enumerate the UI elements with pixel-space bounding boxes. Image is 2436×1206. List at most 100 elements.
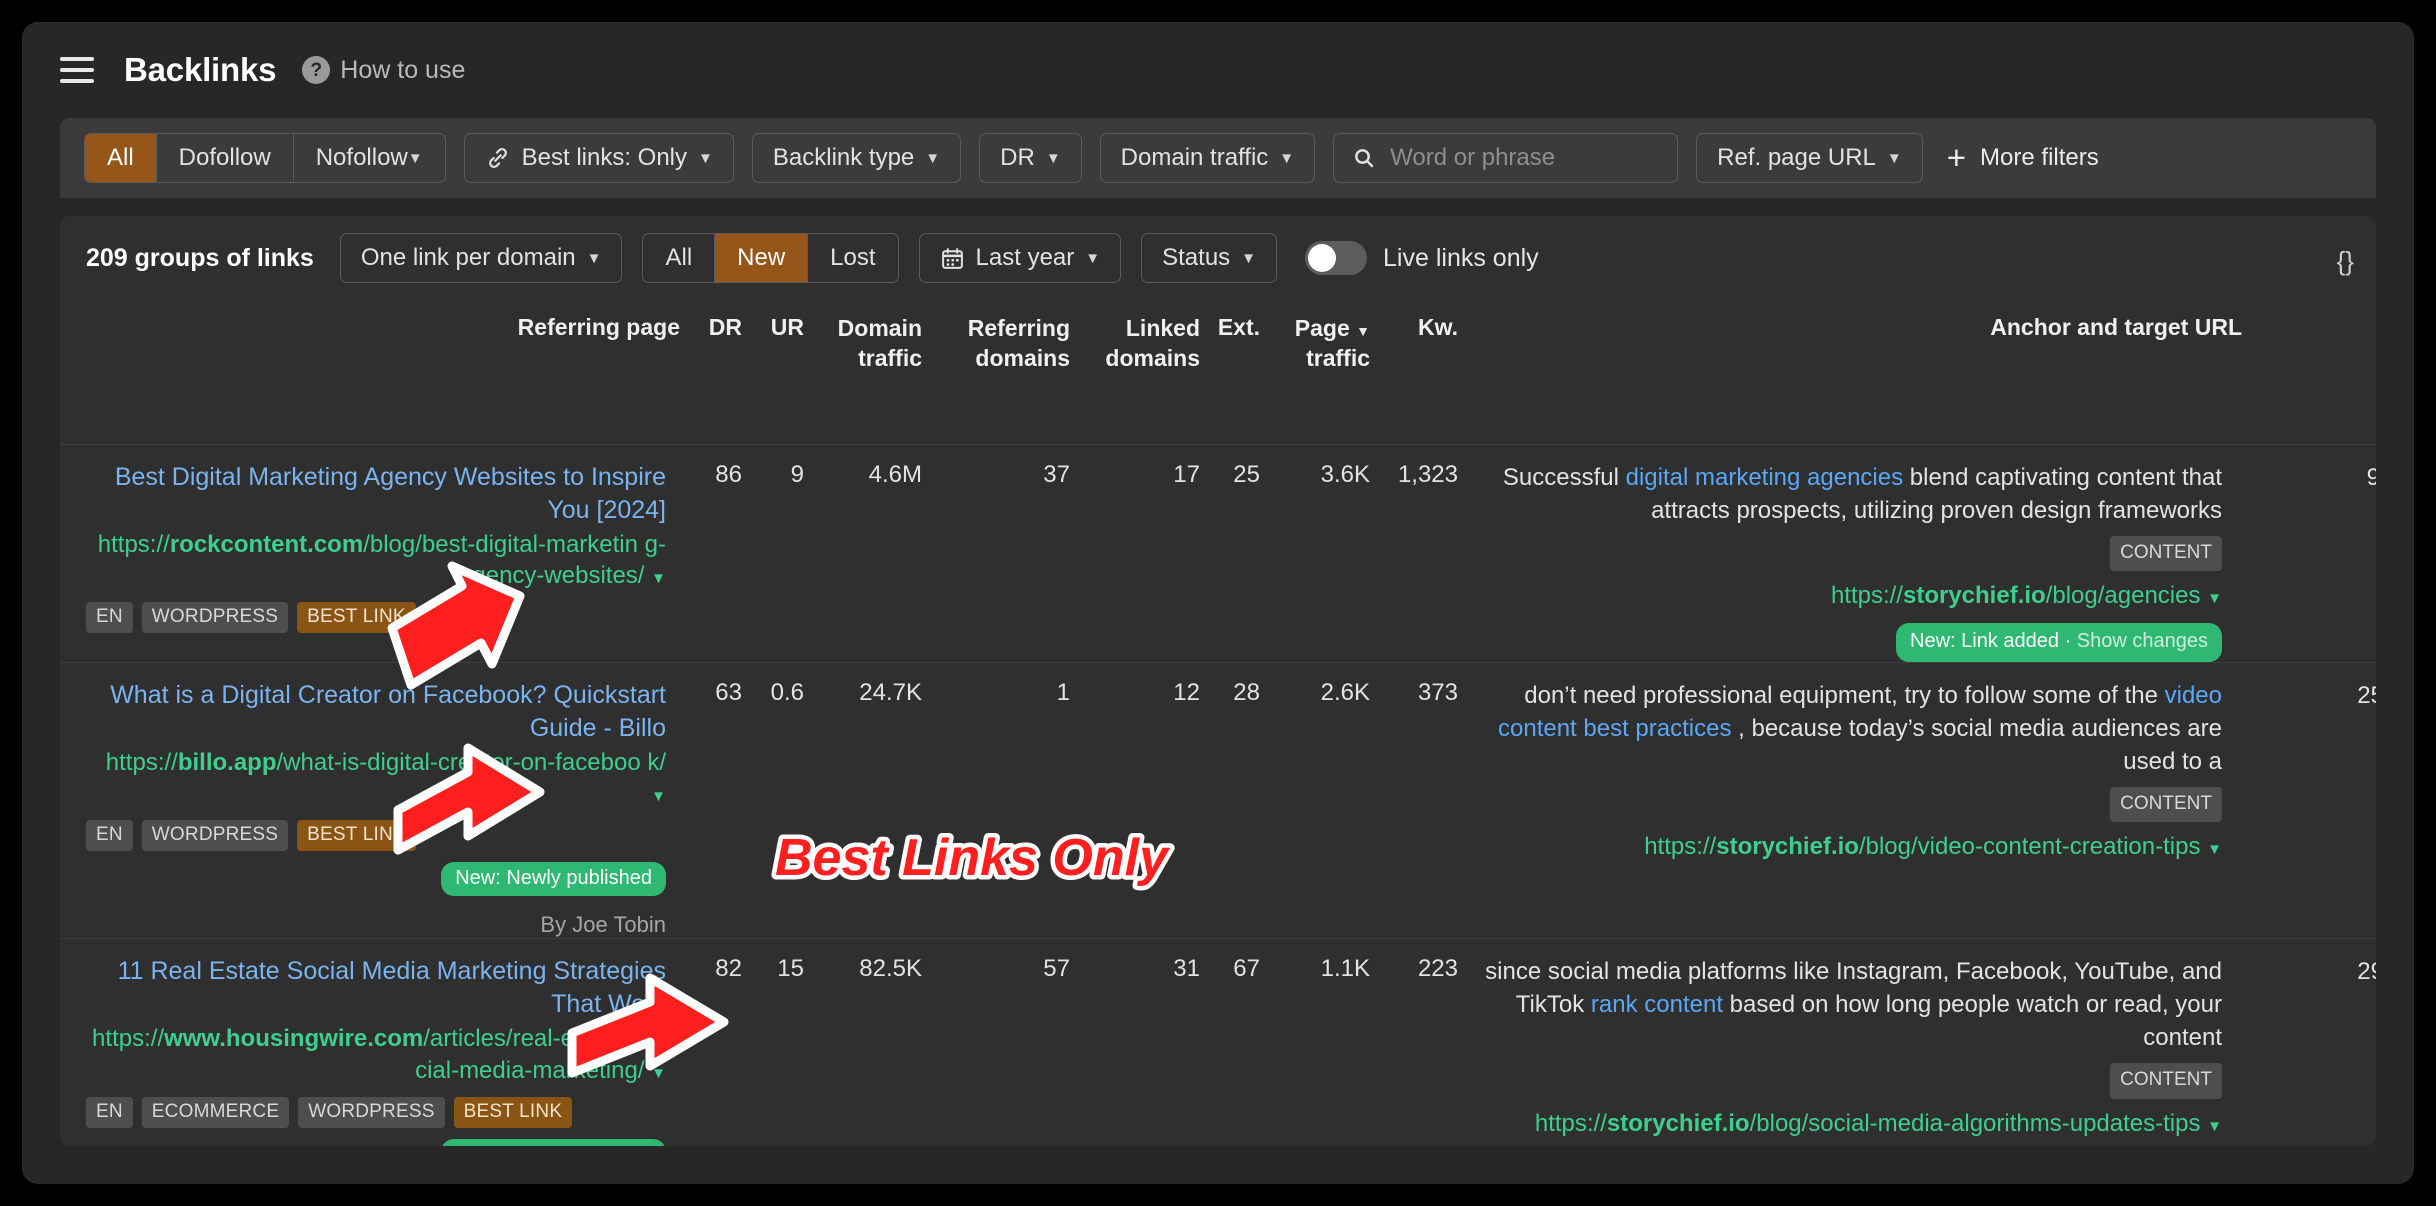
app-header: Backlinks ? How to use xyxy=(22,22,2414,118)
live-links-toggle[interactable] xyxy=(1305,241,1368,275)
table-row[interactable]: What is a Digital Creator on Facebook? Q… xyxy=(60,661,2376,939)
status-segment: All New Lost xyxy=(642,233,899,283)
header-linked-domains[interactable]: Linked domains xyxy=(1070,300,1200,444)
date-range-label: Last year xyxy=(975,244,1075,271)
backlink-type-label: Backlink type xyxy=(772,144,915,171)
page-title: Backlinks xyxy=(124,51,277,88)
status-dropdown[interactable]: Status ▼ xyxy=(1141,233,1278,283)
header-dr[interactable]: DR xyxy=(680,300,742,444)
status-label: Status xyxy=(1162,244,1231,271)
referring-page-url[interactable]: https://billo.app/what-is-digital-creato… xyxy=(86,747,666,810)
target-url[interactable]: https://storychief.io/blog/video-content… xyxy=(1480,830,2222,863)
cell-referring-domains[interactable]: 57 xyxy=(922,938,1070,1146)
header-ur[interactable]: UR xyxy=(742,300,804,444)
chevron-down-icon: ▼ xyxy=(586,249,602,267)
cell-kw[interactable]: 373 xyxy=(1370,661,1458,939)
filter-dofollow[interactable]: Dofollow xyxy=(157,134,294,182)
tag-platform: WORDPRESS xyxy=(141,602,289,634)
header-kw[interactable]: Kw. xyxy=(1370,300,1458,444)
cell-ext[interactable]: 67 xyxy=(1200,938,1260,1146)
live-links-toggle-wrap: Live links only xyxy=(1305,241,1539,275)
backlink-type-filter[interactable]: Backlink type ▼ xyxy=(751,133,962,183)
target-url[interactable]: https://storychief.io/blog/agencies ▼ xyxy=(1480,579,2222,612)
cell-ext[interactable]: 28 xyxy=(1200,661,1260,939)
header-referring-page[interactable]: Referring page xyxy=(60,300,680,444)
anchor-link[interactable]: digital marketing agencies xyxy=(1626,464,1904,491)
header-seen-dates[interactable]: First seen Last seen Lost xyxy=(2242,300,2376,444)
tag-language: EN xyxy=(86,820,133,852)
app-window: Backlinks ? How to use All Dofollow Nofo… xyxy=(22,22,2414,1184)
referring-page-title[interactable]: 11 Real Estate Social Media Marketing St… xyxy=(86,955,666,1021)
header-referring-domains[interactable]: Referring domains xyxy=(922,300,1070,444)
date-range-dropdown[interactable]: Last year ▼ xyxy=(918,233,1122,283)
chevron-down-icon[interactable]: ▼ xyxy=(2207,841,2222,858)
anchor-link[interactable]: rank content xyxy=(1591,991,1723,1018)
grouping-dropdown[interactable]: One link per domain ▼ xyxy=(339,233,623,283)
chevron-down-icon: ▼ xyxy=(1085,249,1101,267)
search-input-wrap[interactable]: Word or phrase xyxy=(1333,133,1679,183)
more-filters-label: More filters xyxy=(1980,144,2099,171)
dr-label: DR xyxy=(1000,144,1035,171)
cell-kw[interactable]: 1,323 xyxy=(1370,443,1458,663)
show-changes-link[interactable]: Show changes xyxy=(2077,630,2208,652)
anchor-text-pre: don’t need professional equipment, try t… xyxy=(1524,681,2165,709)
status-new[interactable]: New xyxy=(715,234,809,282)
hamburger-icon[interactable] xyxy=(60,57,94,83)
cell-linked-domains[interactable]: 31 xyxy=(1070,938,1200,1146)
referring-page-url[interactable]: https://www.housingwire.com/articles/rea… xyxy=(86,1023,666,1086)
chevron-down-icon[interactable]: ▼ xyxy=(651,788,666,805)
best-links-filter[interactable]: Best links: Only ▼ xyxy=(463,133,734,183)
status-lost[interactable]: Lost xyxy=(808,234,897,282)
filter-nofollow[interactable]: Nofollow ▼ xyxy=(294,134,445,182)
table-row[interactable]: 11 Real Estate Social Media Marketing St… xyxy=(60,938,2376,1146)
table-header-row: Referring page DR UR Domain traffic Refe… xyxy=(60,300,2376,444)
cell-linked-domains[interactable]: 17 xyxy=(1070,443,1200,663)
cell-dr: 86 xyxy=(680,443,742,663)
chevron-down-icon[interactable]: ▼ xyxy=(651,570,666,587)
chevron-down-icon[interactable]: ▼ xyxy=(651,1065,666,1082)
referring-page-url[interactable]: https://rockcontent.com/blog/best-digita… xyxy=(86,529,666,592)
cell-referring-domains[interactable]: 1 xyxy=(922,661,1070,939)
best-links-label: Best links: Only xyxy=(521,144,688,171)
chevron-down-icon[interactable]: ▼ xyxy=(2207,590,2222,607)
cell-linked-domains[interactable]: 12 xyxy=(1070,661,1200,939)
domain-traffic-filter[interactable]: Domain traffic ▼ xyxy=(1099,133,1316,183)
dr-filter[interactable]: DR ▼ xyxy=(979,133,1082,183)
how-to-use-label: How to use xyxy=(340,55,466,84)
cell-ur: 9 xyxy=(742,443,804,663)
cell-page-traffic: 2.6K xyxy=(1260,661,1370,939)
change-pill[interactable]: New: Link added · Show changes xyxy=(1896,623,2222,662)
tag-platform: WORDPRESS xyxy=(298,1096,445,1128)
status-all[interactable]: All xyxy=(643,234,716,282)
header-anchor-target-url[interactable]: Anchor and target URL xyxy=(1458,300,2242,444)
search-input[interactable]: Word or phrase xyxy=(1390,144,1555,172)
backlinks-table: Referring page DR UR Domain traffic Refe… xyxy=(60,300,2376,1146)
referring-page-title[interactable]: What is a Digital Creator on Facebook? Q… xyxy=(86,679,666,745)
referring-page-title[interactable]: Best Digital Marketing Agency Websites t… xyxy=(86,461,666,527)
first-seen-value: 29 Feb 2024 xyxy=(2357,958,2376,986)
cell-page-traffic: 1.1K xyxy=(1260,938,1370,1146)
table-body: Best Digital Marketing Agency Websites t… xyxy=(60,443,2376,1146)
results-toolbar: 209 groups of links One link per domain … xyxy=(60,216,2376,300)
header-ext[interactable]: Ext. xyxy=(1200,300,1260,444)
cell-kw[interactable]: 223 xyxy=(1370,938,1458,1146)
sort-caret-icon: ▼ xyxy=(1356,323,1370,339)
header-domain-traffic[interactable]: Domain traffic xyxy=(804,300,922,444)
code-brackets-icon[interactable]: {} xyxy=(2337,246,2354,277)
filter-all[interactable]: All xyxy=(85,134,157,182)
cell-domain-traffic: 82.5K xyxy=(804,938,922,1146)
header-page-traffic[interactable]: Page ▼ traffic xyxy=(1260,300,1370,444)
cell-domain-traffic: 24.7K xyxy=(804,661,922,939)
target-url[interactable]: https://storychief.io/blog/social-media-… xyxy=(1480,1107,2222,1140)
ref-page-url-filter[interactable]: Ref. page URL ▼ xyxy=(1696,133,1923,183)
chevron-down-icon: ▼ xyxy=(1045,149,1061,167)
how-to-use-link[interactable]: ? How to use xyxy=(302,56,465,85)
more-filters-button[interactable]: + More filters xyxy=(1947,141,2099,174)
chevron-down-icon: ▼ xyxy=(925,149,941,167)
cell-ur: 0.6 xyxy=(742,661,804,939)
cell-referring-domains[interactable]: 37 xyxy=(922,443,1070,663)
cell-domain-traffic: 4.6M xyxy=(804,443,922,663)
table-row[interactable]: Best Digital Marketing Agency Websites t… xyxy=(60,443,2376,663)
chevron-down-icon[interactable]: ▼ xyxy=(2207,1118,2222,1135)
cell-ext[interactable]: 25 xyxy=(1200,443,1260,663)
